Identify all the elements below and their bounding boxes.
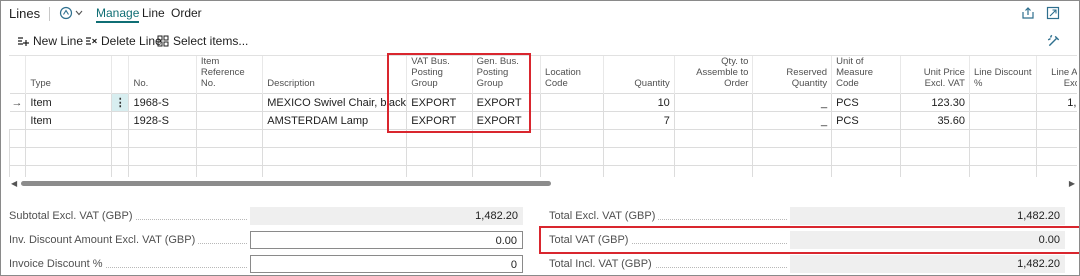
cell-quantity[interactable]: 10 bbox=[603, 93, 675, 112]
cell-reserved-quantity[interactable]: _ bbox=[752, 93, 833, 112]
col-item-reference-no[interactable]: Item Reference No. bbox=[196, 56, 264, 94]
row-selector-arrow[interactable] bbox=[9, 111, 27, 130]
row-actions-menu[interactable]: ⋮ bbox=[111, 93, 130, 112]
grid-header-row: Type No. Item Reference No. Description … bbox=[9, 56, 1077, 94]
scroll-right-icon[interactable]: ▶ bbox=[1069, 179, 1075, 188]
cell-location-code[interactable] bbox=[540, 93, 605, 112]
cell-unit-of-measure[interactable]: PCS bbox=[831, 93, 901, 112]
cell-type[interactable]: Item bbox=[25, 111, 113, 130]
cell-item-reference-no[interactable] bbox=[195, 111, 264, 130]
col-description[interactable]: Description bbox=[262, 56, 408, 94]
cell-item-reference-no[interactable] bbox=[195, 93, 264, 112]
posting-groups-highlight bbox=[387, 53, 531, 133]
select-items-icon bbox=[157, 35, 169, 47]
delete-line-label: Delete Line bbox=[101, 34, 162, 48]
part-title: Lines bbox=[9, 6, 41, 21]
col-location-code[interactable]: Location Code bbox=[540, 56, 605, 94]
inv-discount-amount-input[interactable]: 0.00 bbox=[250, 231, 523, 249]
select-items-label: Select items... bbox=[173, 34, 249, 48]
cell-qty-to-assemble[interactable] bbox=[673, 111, 754, 130]
subtotal-excl-vat-label: Subtotal Excl. VAT (GBP) bbox=[9, 210, 136, 222]
total-excl-vat-value: 1,482.20 bbox=[790, 207, 1065, 225]
new-line-label: New Line bbox=[33, 34, 84, 48]
cell-qty-to-assemble[interactable] bbox=[673, 93, 754, 112]
col-line-amount[interactable]: Line Amount Excl. VAT bbox=[1036, 56, 1077, 94]
cell-no[interactable]: 1928-S bbox=[128, 111, 197, 130]
lines-part: Lines Manage Line Order New Line Delete … bbox=[0, 0, 1080, 276]
assist-icon[interactable] bbox=[59, 5, 85, 21]
row-selector-arrow[interactable]: → bbox=[9, 93, 27, 112]
cell-no[interactable]: 1968-S bbox=[128, 93, 197, 112]
inv-discount-amount-label: Inv. Discount Amount Excl. VAT (GBP) bbox=[9, 234, 199, 246]
empty-row[interactable] bbox=[9, 147, 1077, 166]
col-reserved-quantity[interactable]: Reserved Quantity bbox=[752, 56, 833, 94]
total-vat-highlight bbox=[539, 226, 1079, 254]
col-no[interactable]: No. bbox=[128, 56, 197, 94]
subtotal-excl-vat-field: Subtotal Excl. VAT (GBP) 1,482.20 bbox=[9, 207, 523, 225]
action-bar: New Line Delete Line Select items... bbox=[1, 31, 1079, 51]
cell-line-amount[interactable]: 1,233.0 bbox=[1036, 93, 1077, 112]
col-unit-price[interactable]: Unit Price Excl. VAT bbox=[900, 56, 970, 94]
col-unit-of-measure[interactable]: Unit of Measure Code bbox=[831, 56, 901, 94]
table-row[interactable]: Item 1928-S AMSTERDAM Lamp EXPORT EXPORT… bbox=[9, 111, 1077, 130]
header-separator bbox=[49, 7, 50, 21]
total-excl-vat-label: Total Excl. VAT (GBP) bbox=[549, 210, 659, 222]
tab-order[interactable]: Order bbox=[171, 6, 202, 20]
lines-grid: Type No. Item Reference No. Description … bbox=[9, 55, 1077, 177]
invoice-discount-pct-field: Invoice Discount % 0 bbox=[9, 255, 523, 273]
share-icon[interactable] bbox=[1021, 6, 1035, 20]
tab-manage[interactable]: Manage bbox=[96, 6, 140, 23]
col-type[interactable]: Type bbox=[25, 56, 113, 94]
scroll-left-icon[interactable]: ◀ bbox=[11, 179, 17, 188]
invoice-discount-pct-input[interactable]: 0 bbox=[250, 255, 523, 273]
cell-unit-price[interactable]: 35.60 bbox=[899, 111, 970, 130]
tab-line[interactable]: Line bbox=[142, 6, 165, 20]
invoice-discount-pct-label: Invoice Discount % bbox=[9, 258, 106, 270]
cell-description[interactable]: AMSTERDAM Lamp bbox=[262, 111, 408, 130]
total-incl-vat-field: Total Incl. VAT (GBP) 1,482.20 bbox=[549, 255, 1065, 273]
total-incl-vat-label: Total Incl. VAT (GBP) bbox=[549, 258, 655, 270]
cell-unit-price[interactable]: 123.30 bbox=[899, 93, 970, 112]
new-line-button[interactable]: New Line bbox=[17, 33, 83, 49]
total-excl-vat-field: Total Excl. VAT (GBP) 1,482.20 bbox=[549, 207, 1065, 225]
new-line-icon bbox=[18, 37, 29, 46]
delete-line-icon bbox=[86, 37, 97, 45]
cell-location-code[interactable] bbox=[540, 111, 605, 130]
scrollbar-thumb[interactable] bbox=[21, 181, 551, 186]
inv-discount-amount-field: Inv. Discount Amount Excl. VAT (GBP) 0.0… bbox=[9, 231, 523, 249]
lines-header: Lines Manage Line Order bbox=[1, 1, 1079, 27]
expand-icon[interactable] bbox=[1046, 6, 1060, 20]
col-quantity[interactable]: Quantity bbox=[603, 56, 675, 94]
table-row[interactable]: → Item ⋮ 1968-S MEXICO Swivel Chair, bla… bbox=[9, 93, 1077, 112]
cell-line-discount[interactable] bbox=[968, 111, 1038, 130]
horizontal-scrollbar[interactable]: ◀ ▶ bbox=[9, 179, 1077, 189]
cell-quantity[interactable]: 7 bbox=[603, 111, 675, 130]
personalize-icon[interactable] bbox=[1047, 33, 1061, 49]
cell-type[interactable]: Item bbox=[25, 93, 113, 112]
col-qty-to-assemble[interactable]: Qty. to Assemble to Order bbox=[674, 56, 754, 94]
cell-unit-of-measure[interactable]: PCS bbox=[831, 111, 901, 130]
empty-row[interactable] bbox=[9, 129, 1077, 148]
empty-row[interactable] bbox=[9, 165, 1077, 177]
cell-line-amount[interactable]: 249.2 bbox=[1036, 111, 1077, 130]
lines-table: Type No. Item Reference No. Description … bbox=[9, 56, 1077, 177]
row-actions-menu[interactable] bbox=[111, 111, 130, 130]
delete-line-button[interactable]: Delete Line bbox=[85, 33, 162, 49]
total-incl-vat-value: 1,482.20 bbox=[790, 255, 1065, 273]
cell-description[interactable]: MEXICO Swivel Chair, black bbox=[262, 93, 408, 112]
col-line-discount[interactable]: Line Discount % bbox=[969, 56, 1038, 94]
select-items-button[interactable]: Select items... bbox=[157, 33, 248, 49]
cell-line-discount[interactable] bbox=[968, 93, 1038, 112]
cell-reserved-quantity[interactable]: _ bbox=[752, 111, 833, 130]
subtotal-excl-vat-value: 1,482.20 bbox=[250, 207, 523, 225]
